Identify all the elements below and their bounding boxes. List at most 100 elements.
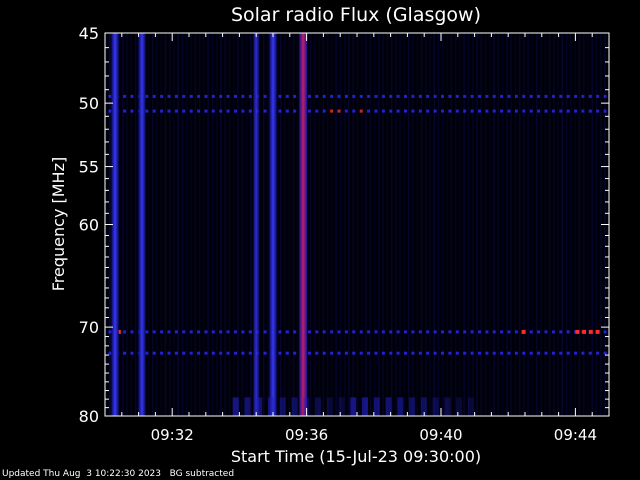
interference-dot: [588, 94, 592, 98]
background-streak: [224, 33, 226, 416]
interference-dot: [566, 94, 570, 98]
interference-dot: [544, 351, 548, 355]
interference-dot: [470, 351, 474, 355]
interference-dot: [537, 351, 541, 355]
interference-dot: [588, 351, 592, 355]
interference-dot: [174, 94, 178, 98]
interference-dot: [374, 351, 378, 355]
low-band-emission: [338, 397, 345, 416]
interference-dot: [389, 94, 393, 98]
interference-dot: [248, 351, 252, 355]
background-streak: [164, 33, 167, 416]
background-streak: [203, 33, 205, 416]
background-streak: [322, 33, 325, 416]
interference-dot: [507, 94, 511, 98]
background-streak: [472, 33, 474, 416]
interference-dot: [514, 94, 518, 98]
background-streak: [267, 33, 269, 416]
interference-dot: [581, 109, 585, 113]
interference-dot: [307, 94, 311, 98]
interference-dot: [396, 351, 400, 355]
interference-dot: [522, 351, 526, 355]
background-streak: [518, 33, 521, 416]
y-tick-label: 60: [79, 216, 99, 235]
interference-dot: [418, 94, 422, 98]
background-streak: [527, 33, 529, 416]
interference-dot: [211, 94, 215, 98]
interference-dot: [197, 109, 201, 113]
interference-dot: [219, 330, 223, 334]
interference-dot: [167, 94, 171, 98]
low-band-emission: [444, 397, 451, 416]
interference-dot: [152, 109, 156, 113]
interference-dot: [152, 94, 156, 98]
interference-dot: [352, 330, 356, 334]
interference-dot: [189, 351, 193, 355]
background-streak: [476, 33, 478, 416]
background-streak: [309, 33, 312, 416]
interference-dot: [448, 94, 452, 98]
interference-dot: [455, 94, 459, 98]
interference-dot: [426, 330, 430, 334]
interference-dot: [145, 94, 149, 98]
interference-dot: [204, 351, 208, 355]
interference-dot: [263, 330, 267, 334]
background-streak: [425, 33, 427, 416]
interference-dot: [463, 330, 467, 334]
interference-dot: [182, 330, 186, 334]
low-band-emission: [232, 397, 239, 416]
interference-dot: [197, 94, 201, 98]
background-streak: [326, 33, 329, 416]
interference-dot: [367, 351, 371, 355]
interference-dot: [537, 109, 541, 113]
background-streak: [540, 33, 542, 416]
background-streak: [408, 33, 410, 416]
interference-dot: [492, 94, 496, 98]
background-streak: [489, 33, 491, 416]
interference-dot: [285, 351, 289, 355]
x-tick-label: 09:40: [419, 426, 462, 444]
interference-dot: [426, 94, 430, 98]
interference-dot: [174, 330, 178, 334]
interference-dot: [374, 109, 378, 113]
background-streak: [587, 33, 589, 416]
interference-dot: [559, 351, 563, 355]
interference-dot: [463, 94, 467, 98]
background-streak: [314, 33, 316, 416]
x-tick-label: 09:44: [554, 426, 597, 444]
interference-dot: [293, 351, 297, 355]
background-streak: [536, 33, 538, 416]
interference-dot: [344, 351, 348, 355]
interference-dot: [529, 351, 533, 355]
interference-dot: [248, 330, 252, 334]
interference-dot: [145, 330, 149, 334]
background-streak: [531, 33, 534, 416]
interference-dot: [485, 351, 489, 355]
interference-dot: [522, 109, 526, 113]
interference-dot: [448, 351, 452, 355]
x-tick-label: 09:32: [151, 426, 194, 444]
interference-dot: [559, 330, 563, 334]
background-streak: [446, 33, 448, 416]
interference-dot: [337, 330, 341, 334]
interference-dot: [433, 351, 437, 355]
interference-dot: [211, 351, 215, 355]
low-band-emission: [373, 397, 380, 416]
background-streak: [484, 33, 487, 416]
interference-dot: [145, 109, 149, 113]
interference-dot: [381, 351, 385, 355]
background-streak: [160, 33, 162, 416]
interference-dot: [404, 351, 407, 355]
background-streak: [395, 33, 397, 416]
background-streak: [548, 33, 551, 416]
interference-dot: [263, 109, 267, 113]
interference-dot: [234, 351, 237, 355]
updated-timestamp: Updated Thu Aug 3 10:22:30 2023: [2, 469, 162, 479]
interference-dot: [145, 351, 149, 355]
background-streak: [442, 33, 444, 416]
background-streak: [241, 33, 244, 416]
interference-dot: [182, 94, 186, 98]
bg-subtracted-note: BG subtracted: [169, 469, 235, 479]
background-streak: [595, 33, 598, 416]
burst-streak: [253, 33, 260, 416]
